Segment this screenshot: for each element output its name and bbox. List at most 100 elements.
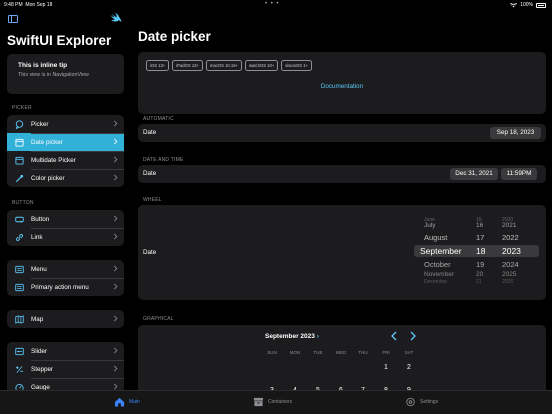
date-value-button[interactable]: Dec 31, 2021: [450, 168, 498, 180]
row-label: Date: [143, 249, 157, 256]
slider-icon: [15, 347, 24, 356]
date-value-button[interactable]: Sep 18, 2023: [490, 127, 541, 139]
tab-label: Main: [129, 399, 140, 405]
sidebar-item-picker[interactable]: Picker: [7, 115, 124, 133]
sidebar-item-label: Menu: [31, 265, 47, 273]
calendar-icon: [15, 138, 24, 147]
group-menu: Menu Primary action menu: [7, 260, 124, 296]
group-picker: Picker Date picker Multidate Picker Colo…: [7, 115, 124, 187]
badge-visionos: visionOS 1+: [281, 60, 312, 71]
sidebar-item-label: Date picker: [31, 138, 63, 146]
sidebar-item-date-picker[interactable]: Date picker: [7, 133, 124, 151]
sidebar-toggle-icon[interactable]: [8, 15, 18, 23]
sidebar-title: SwiftUI Explorer: [7, 33, 112, 48]
chevron-right-icon: [113, 120, 118, 127]
chevron-right-icon: [113, 315, 118, 322]
menu-icon: [15, 265, 24, 274]
chevron-right-icon: [113, 138, 118, 145]
sidebar-item-label: Primary action menu: [31, 283, 89, 291]
weekday-label: SAT: [404, 350, 414, 355]
sidebar-item-map[interactable]: Map: [7, 310, 124, 328]
wheel-card: Date June 16 2020 July 16 2021 August 17 2022 …: [138, 205, 546, 300]
section-label-automatic: AUTOMATIC: [143, 116, 174, 122]
tip-title: This is inline tip: [18, 62, 68, 69]
status-bar: 9:48 PM Mon Sep 18 • • • 100%: [0, 0, 552, 10]
chevron-right-icon: [113, 383, 118, 390]
bubble-icon: [15, 119, 24, 129]
chevron-right-icon: [113, 283, 118, 290]
chevron-right-icon: [113, 215, 118, 222]
group-button: Button Link: [7, 210, 124, 246]
badge-macos: macOS 10.15+: [205, 60, 243, 71]
calendar-icon: [15, 156, 24, 165]
row-label: Date: [143, 170, 157, 177]
badge-watchos: watchOS 10+: [245, 60, 279, 71]
wheel-row: July 16 2021: [424, 222, 517, 229]
sidebar-item-button[interactable]: Button: [7, 210, 124, 228]
chevron-right-icon: [113, 365, 118, 372]
badge-ios: iOS 13+: [146, 60, 170, 71]
tab-containers[interactable]: Containers: [253, 397, 292, 407]
weekday-label: THU: [358, 350, 368, 355]
group-map: Map: [7, 310, 124, 328]
chevron-right-icon: [113, 347, 118, 354]
documentation-link[interactable]: Documentation: [138, 83, 546, 90]
inline-tip-card[interactable]: This is inline tip This view is in Navig…: [7, 54, 124, 94]
graphical-card: September 2023 › SUN MON TUE WED THU FRI…: [138, 325, 546, 390]
weekday-label: SUN: [267, 350, 277, 355]
tray-icon: [253, 397, 264, 407]
sidebar-item-label: Link: [31, 233, 43, 241]
sidebar-item-multidate-picker[interactable]: Multidate Picker: [7, 151, 124, 169]
weekday-label: TUE: [313, 350, 323, 355]
sidebar-item-primary-action-menu[interactable]: Primary action menu: [7, 278, 124, 296]
wifi-icon: [510, 2, 518, 7]
chevron-right-icon: ›: [316, 333, 319, 340]
calendar-day[interactable]: 2: [401, 364, 417, 371]
map-icon: [15, 314, 24, 324]
time-value-button[interactable]: 11:59PM: [501, 168, 537, 180]
menu-icon: [15, 283, 24, 292]
weekday-label: FRI: [382, 350, 390, 355]
sidebar-item-color-picker[interactable]: Color picker: [7, 169, 124, 187]
house-icon: [114, 397, 125, 407]
next-month-icon[interactable]: [410, 331, 416, 341]
sidebar-item-label: Slider: [31, 347, 48, 355]
wheel-row-selected: September 18 2023: [420, 246, 521, 256]
swift-logo-icon: [110, 13, 122, 22]
previous-month-icon[interactable]: [391, 331, 397, 341]
sidebar-item-link[interactable]: Link: [7, 228, 124, 246]
section-label-graphical: GRAPHICAL: [143, 316, 174, 322]
sidebar-item-label: Picker: [31, 120, 49, 128]
sidebar-item-stepper[interactable]: Stepper: [7, 360, 124, 378]
sidebar-item-label: Color picker: [31, 174, 65, 182]
calendar-month-button[interactable]: September 2023 ›: [265, 333, 319, 340]
tab-settings[interactable]: Settings: [405, 397, 438, 407]
tab-main[interactable]: Main: [114, 397, 140, 407]
tab-label: Settings: [420, 399, 439, 405]
wheel-date-picker[interactable]: June 16 2020 July 16 2021 August 17 2022 Septe…: [414, 217, 539, 285]
calendar-day[interactable]: 1: [378, 364, 394, 371]
weekday-label: WED: [335, 350, 347, 355]
detail-pane: Date picker iOS 13+ iPadOS 13+ macOS 10.…: [131, 10, 552, 390]
chevron-right-icon: [113, 233, 118, 240]
chevron-right-icon: [113, 174, 118, 181]
section-label-picker: PICKER: [12, 105, 32, 111]
date-and-time-row: Date Dec 31, 2021 11:59PM: [138, 165, 546, 183]
platform-badges: iOS 13+ iPadOS 13+ macOS 10.15+ watchOS …: [146, 60, 312, 71]
tip-subtitle: This view is in NavigationView: [18, 72, 89, 78]
badge-ipados: iPadOS 13+: [172, 60, 203, 71]
sidebar-item-slider[interactable]: Slider: [7, 342, 124, 360]
chevron-right-icon: [113, 156, 118, 163]
multitask-dots-icon[interactable]: • • •: [265, 1, 280, 7]
sidebar-item-label: Multidate Picker: [31, 156, 76, 164]
section-label-button: BUTTON: [12, 200, 34, 206]
status-right: 100%: [510, 2, 546, 8]
wheel-row: October 19 2024: [424, 260, 519, 269]
sidebar-item-label: Map: [31, 315, 44, 323]
battery-percent: 100%: [520, 2, 533, 8]
sidebar-item-label: Button: [31, 215, 50, 223]
wheel-row: August 17 2022: [424, 233, 519, 242]
sidebar-item-menu[interactable]: Menu: [7, 260, 124, 278]
tab-label: Containers: [268, 399, 293, 405]
stepper-icon: [15, 365, 24, 374]
